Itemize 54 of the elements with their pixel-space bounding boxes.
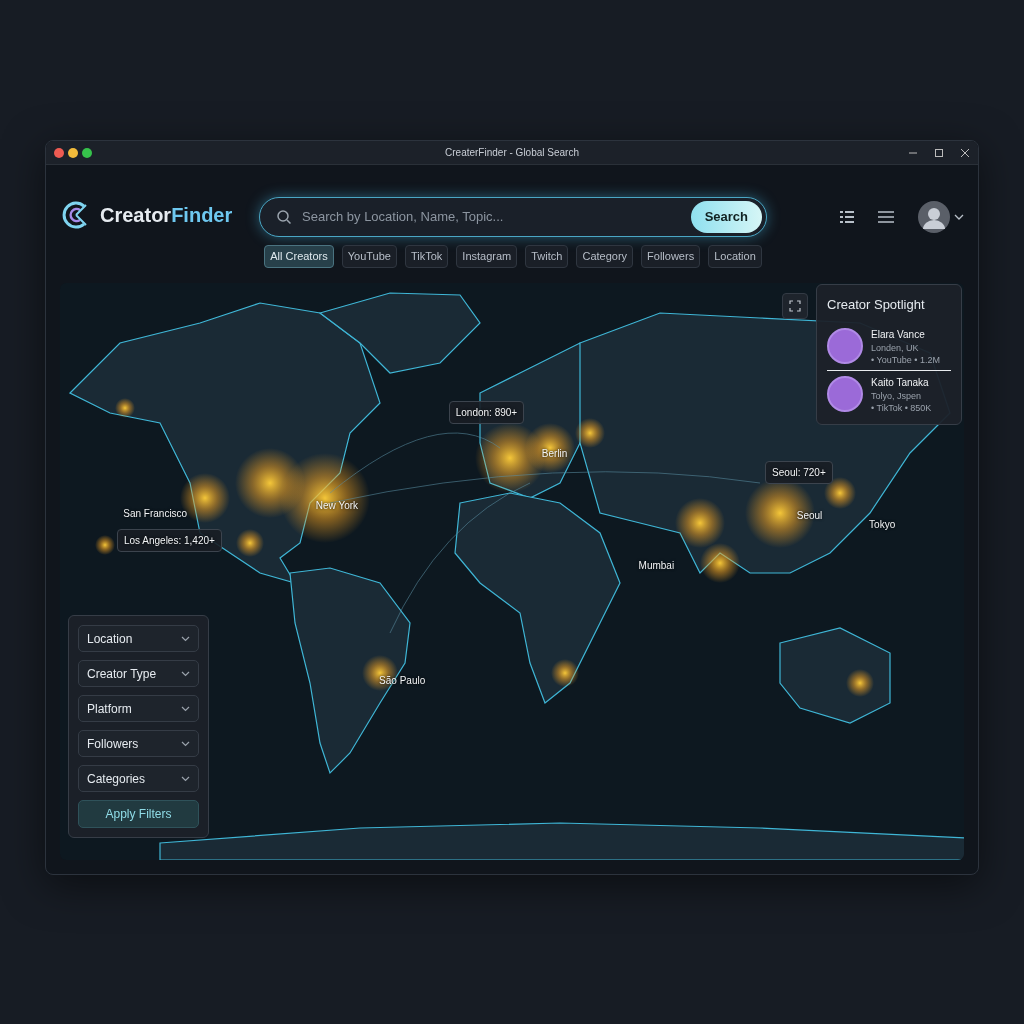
caret-icon[interactable] bbox=[954, 213, 964, 221]
filter-chip[interactable]: Twitch bbox=[525, 245, 569, 268]
chevron-icon bbox=[181, 635, 190, 642]
filter-chip[interactable]: YouTube bbox=[341, 245, 397, 268]
filter-dropdown[interactable]: Creator Type bbox=[78, 660, 199, 687]
close-window-dot[interactable] bbox=[54, 147, 64, 158]
menu-icon[interactable] bbox=[878, 210, 894, 224]
search-field[interactable]: Search by Location, Name, Topic... Search bbox=[259, 197, 767, 237]
filter-chip[interactable]: TikTok bbox=[404, 245, 449, 268]
close-icon[interactable] bbox=[960, 147, 970, 158]
filter-chip[interactable]: Followers bbox=[641, 245, 701, 268]
apply-filters-button[interactable]: Apply Filters bbox=[78, 800, 199, 828]
creator-stats: • TikTok • 850K bbox=[871, 401, 932, 415]
search-button[interactable]: Search bbox=[690, 201, 762, 233]
city-label: São Paulo bbox=[379, 674, 426, 689]
fullscreen-button[interactable] bbox=[782, 293, 808, 319]
avatar-icon[interactable] bbox=[918, 201, 950, 233]
filter-chip[interactable]: Instagram bbox=[456, 245, 518, 268]
city-label: New York bbox=[315, 499, 359, 514]
filter-chip[interactable]: All Creators bbox=[264, 245, 334, 268]
filter-chip[interactable]: Category bbox=[576, 245, 634, 268]
creator-stats: • YouTube • 1.2M bbox=[871, 353, 941, 366]
window-title: CreaterFinder - Global Search bbox=[445, 146, 579, 160]
city-label: San Francisco bbox=[123, 507, 188, 522]
app-logo: CreatorFinder bbox=[100, 203, 233, 228]
avatar-placeholder bbox=[827, 328, 863, 365]
city-label: Seoul bbox=[796, 509, 823, 523]
filter-chip[interactable]: Location bbox=[708, 245, 762, 268]
maximize-icon[interactable] bbox=[934, 147, 944, 158]
map-tooltip: Los Angeles: 1,420+ bbox=[116, 528, 222, 552]
filter-dropdown[interactable]: Platform bbox=[78, 695, 199, 722]
fullscreen-icon bbox=[789, 300, 801, 312]
city-label: Tokyo bbox=[869, 517, 896, 532]
creator-name[interactable]: Kaito Tanaka bbox=[871, 374, 932, 390]
chevron-icon bbox=[181, 670, 190, 677]
creator-location: Tolyo, Jspen bbox=[871, 389, 923, 402]
search-icon bbox=[276, 209, 292, 225]
filter-dropdown[interactable]: Categories bbox=[78, 765, 199, 792]
creator-location: Londen, UK bbox=[871, 341, 920, 354]
city-label: Berlin bbox=[541, 447, 568, 462]
creator-name[interactable]: Elara Vance bbox=[871, 326, 941, 342]
filter-dropdown[interactable]: Location bbox=[78, 625, 199, 652]
city-label: Mumbai bbox=[638, 558, 675, 573]
minimize-window-dot[interactable] bbox=[68, 147, 78, 158]
filter-dropdown[interactable]: Followers bbox=[78, 730, 199, 757]
list-view-icon[interactable] bbox=[840, 210, 854, 224]
map-tooltip: London: 890+ bbox=[448, 401, 525, 425]
chevron-icon bbox=[181, 775, 190, 782]
map-tooltip: Seoul: 720+ bbox=[765, 460, 833, 484]
panel-title: Creator Spotlight bbox=[827, 296, 926, 314]
avatar-placeholder bbox=[827, 376, 863, 413]
maximize-window-dot[interactable] bbox=[82, 147, 92, 158]
chevron-icon bbox=[181, 740, 190, 747]
chevron-icon bbox=[181, 705, 190, 712]
